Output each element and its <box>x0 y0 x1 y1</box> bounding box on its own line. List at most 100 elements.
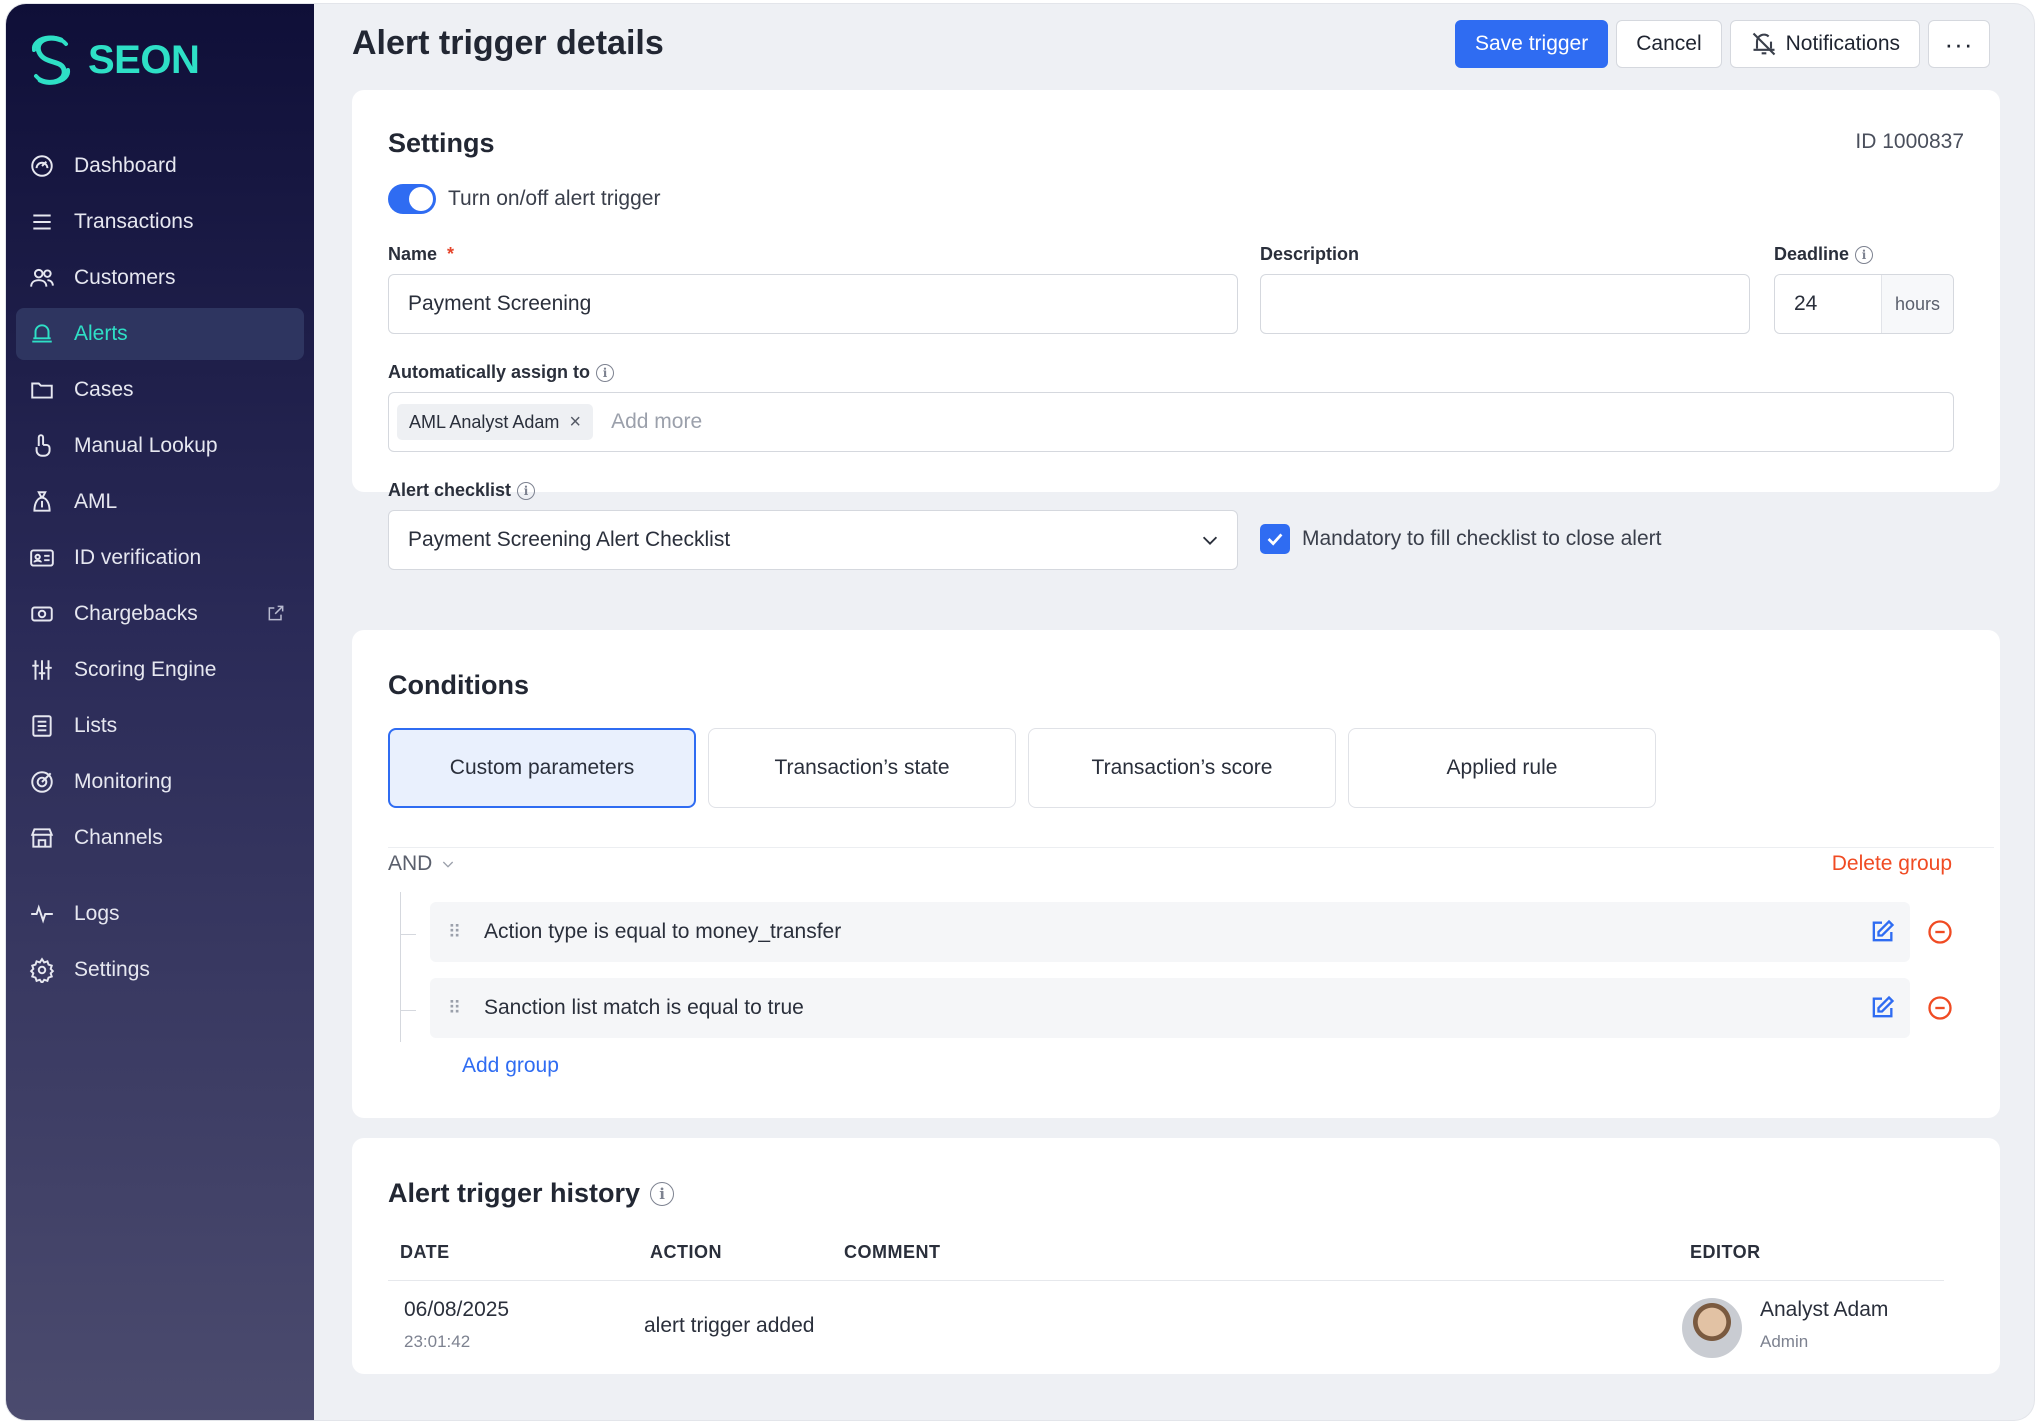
name-input[interactable]: Payment Screening <box>388 274 1238 334</box>
sidebar-nav: Dashboard Transactions Customers Alerts … <box>16 140 304 1000</box>
sidebar-item-chargebacks[interactable]: Chargebacks <box>16 588 304 640</box>
sidebar-item-label: Channels <box>74 826 163 849</box>
sidebar-item-label: Dashboard <box>74 154 177 177</box>
sidebar-item-label: Manual Lookup <box>74 434 218 457</box>
sidebar-item-channels[interactable]: Channels <box>16 812 304 864</box>
trigger-id: ID 1000837 <box>1855 130 1964 153</box>
sidebar-item-id-verification[interactable]: ID verification <box>16 532 304 584</box>
toggle-label: Turn on/off alert trigger <box>448 187 661 210</box>
add-group-button[interactable]: Add group <box>462 1054 559 1078</box>
delete-group-button[interactable]: Delete group <box>1832 852 1952 876</box>
condition-text: Action type is equal to money_transfer <box>484 920 842 943</box>
alert-bell-icon <box>28 320 56 348</box>
deadline-unit: hours <box>1881 275 1953 333</box>
sidebar-item-label: AML <box>74 490 118 513</box>
sidebar-item-label: Customers <box>74 266 176 289</box>
target-icon <box>28 768 56 796</box>
sidebar-item-dashboard[interactable]: Dashboard <box>16 140 304 192</box>
sidebar: SEON Dashboard Transactions Customers Al… <box>6 4 314 1420</box>
description-label: Description <box>1260 244 1360 264</box>
brand-name: SEON <box>88 37 200 82</box>
save-trigger-button[interactable]: Save trigger <box>1455 20 1609 68</box>
sidebar-item-transactions[interactable]: Transactions <box>16 196 304 248</box>
app-window: SEON Dashboard Transactions Customers Al… <box>6 4 2034 1420</box>
sidebar-item-cases[interactable]: Cases <box>16 364 304 416</box>
info-icon[interactable]: i <box>517 481 536 500</box>
edit-icon[interactable] <box>1868 918 1896 946</box>
assignee-input[interactable]: AML Analyst Adam × Add more <box>388 392 1954 452</box>
assign-label: Automatically assign to i <box>388 362 615 383</box>
external-link-icon <box>266 603 286 623</box>
edit-icon[interactable] <box>1868 994 1896 1022</box>
mandatory-checkbox[interactable] <box>1260 524 1290 554</box>
history-time: 23:01:42 <box>404 1332 471 1351</box>
cancel-button[interactable]: Cancel <box>1616 20 1722 68</box>
alert-trigger-toggle[interactable] <box>388 184 436 214</box>
sidebar-item-label: Settings <box>74 958 150 981</box>
assignee-chip: AML Analyst Adam × <box>397 404 594 440</box>
sidebar-item-label: Logs <box>74 902 120 925</box>
checklist-select[interactable]: Payment Screening Alert Checklist <box>388 510 1238 570</box>
dashboard-icon <box>28 152 56 180</box>
conditions-card: Conditions Custom parameters Transaction… <box>352 630 2000 1118</box>
checklist-label: Alert checklist i <box>388 480 536 501</box>
gear-icon <box>28 956 56 984</box>
bell-off-icon <box>1752 32 1775 56</box>
description-input[interactable] <box>1260 274 1750 334</box>
seon-logo-icon <box>32 35 70 85</box>
deadline-input[interactable]: 24 hours <box>1774 274 1954 334</box>
sidebar-item-scoring-engine[interactable]: Scoring Engine <box>16 644 304 696</box>
history-card: Alert trigger history i DATE ACTION COMM… <box>352 1138 2000 1374</box>
header-actions: Save trigger Cancel Notifications ··· <box>1455 20 1990 68</box>
tree-connector <box>400 934 416 935</box>
checklist-label-text: Alert checklist <box>388 480 512 500</box>
cash-icon <box>28 600 56 628</box>
condition-row: ⠿ Action type is equal to money_transfer <box>430 902 1910 962</box>
deadline-input-value: 24 <box>1794 292 1818 315</box>
menu-lines-icon <box>28 208 56 236</box>
drag-handle-icon[interactable]: ⠿ <box>448 923 472 941</box>
page-title: Alert trigger details <box>352 24 664 62</box>
info-icon[interactable]: i <box>596 363 615 382</box>
pulse-icon <box>28 900 56 928</box>
sidebar-item-alerts[interactable]: Alerts <box>16 308 304 360</box>
sidebar-item-settings[interactable]: Settings <box>16 944 304 996</box>
sidebar-item-lists[interactable]: Lists <box>16 700 304 752</box>
remove-condition-icon[interactable] <box>1926 918 1954 946</box>
sidebar-item-aml[interactable]: AML <box>16 476 304 528</box>
chevron-down-icon <box>443 861 454 868</box>
column-header-action: ACTION <box>650 1242 722 1262</box>
sidebar-item-monitoring[interactable]: Monitoring <box>16 756 304 808</box>
info-icon[interactable]: i <box>650 1181 675 1206</box>
sidebar-item-label: Monitoring <box>74 770 173 793</box>
notifications-button[interactable]: Notifications <box>1729 20 1920 68</box>
sidebar-item-label: Cases <box>74 378 134 401</box>
sidebar-item-manual-lookup[interactable]: Manual Lookup <box>16 420 304 472</box>
tab-transactions-score[interactable]: Transaction’s score <box>1028 728 1336 808</box>
sidebar-item-label: Alerts <box>74 322 128 345</box>
close-icon[interactable]: × <box>569 411 581 434</box>
money-bag-icon <box>28 488 56 516</box>
remove-condition-icon[interactable] <box>1926 994 1954 1022</box>
settings-card: Settings ID 1000837 Turn on/off alert tr… <box>352 90 2000 570</box>
alert-toggle-row: Turn on/off alert trigger <box>388 184 660 214</box>
condition-tabs: Custom parameters Transaction’s state Tr… <box>388 728 1656 808</box>
main-content: Alert trigger details Save trigger Cance… <box>314 4 2034 1420</box>
drag-handle-icon[interactable]: ⠿ <box>448 999 472 1017</box>
mandatory-label: Mandatory to fill checklist to close ale… <box>1302 527 1662 550</box>
sidebar-item-customers[interactable]: Customers <box>16 252 304 304</box>
column-header-date: DATE <box>400 1242 450 1262</box>
sidebar-item-logs[interactable]: Logs <box>16 888 304 940</box>
sidebar-item-label: Scoring Engine <box>74 658 217 681</box>
sidebar-item-label: Lists <box>74 714 118 737</box>
tab-custom-parameters[interactable]: Custom parameters <box>388 728 696 808</box>
tab-applied-rule[interactable]: Applied rule <box>1348 728 1656 808</box>
history-action: alert trigger added <box>644 1314 815 1337</box>
tab-transactions-state[interactable]: Transaction’s state <box>708 728 1016 808</box>
info-icon[interactable]: i <box>1855 245 1874 264</box>
editor-role: Admin <box>1760 1332 1809 1351</box>
operator-dropdown[interactable]: AND <box>388 852 456 876</box>
brand-logo[interactable]: SEON <box>26 32 200 88</box>
more-options-button[interactable]: ··· <box>1928 20 1990 68</box>
